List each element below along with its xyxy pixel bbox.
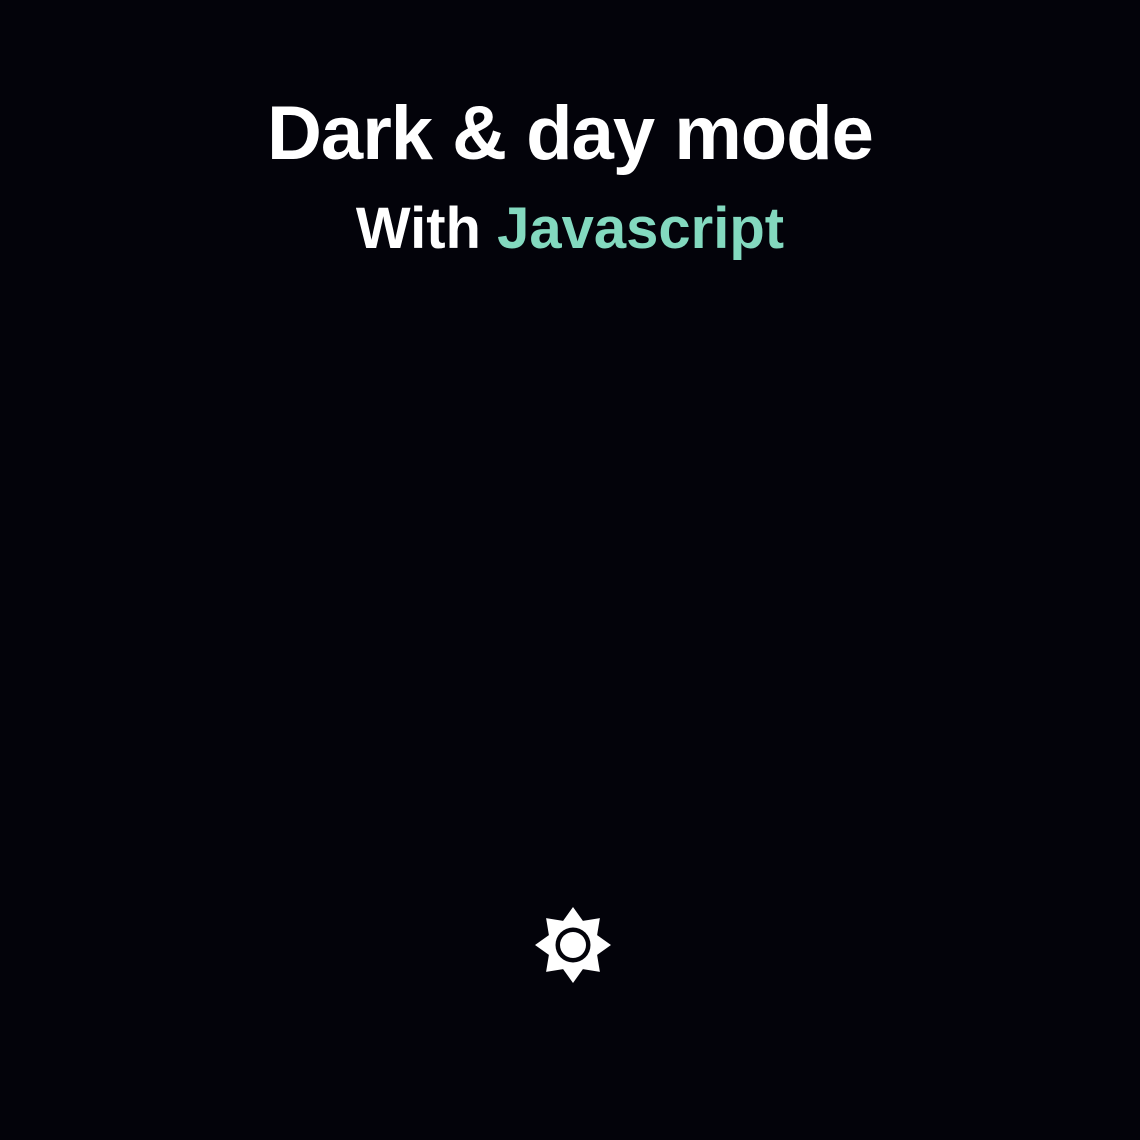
theme-toggle-button[interactable]	[533, 905, 613, 985]
page-subtitle: With Javascript	[0, 193, 1140, 265]
subtitle-prefix: With	[355, 196, 481, 261]
subtitle-accent: Javascript	[497, 196, 785, 261]
page: Dark & day mode With Javascript	[0, 0, 1140, 1140]
sun-icon	[535, 907, 611, 983]
page-title: Dark & day mode	[267, 91, 874, 176]
